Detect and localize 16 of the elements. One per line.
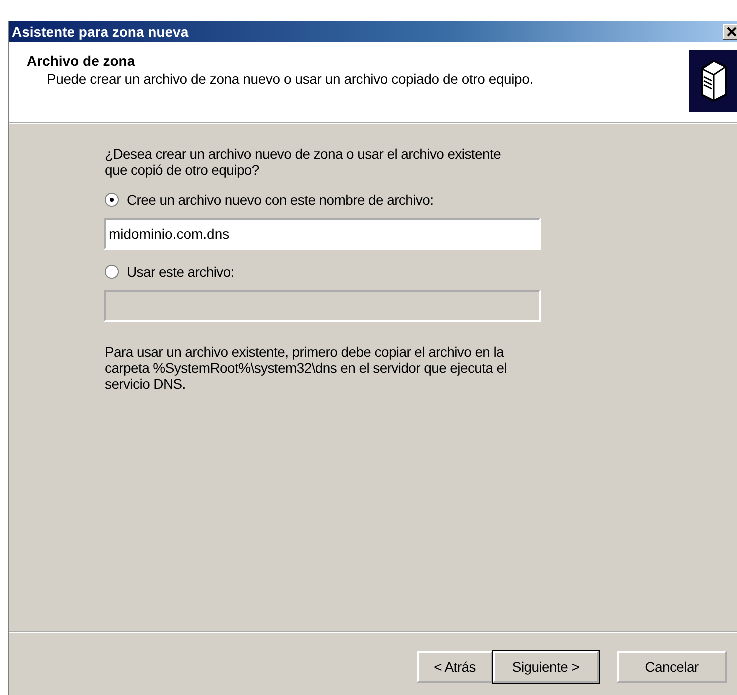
page-subtitle: Puede crear un archivo de zona nuevo o usar un archivo copiado de otro equipo. (46, 71, 534, 87)
radio-button[interactable] (105, 193, 119, 207)
page-title: Archivo de zona (27, 53, 136, 69)
server-icon (698, 59, 728, 103)
dialog-button[interactable]: Cancelar (617, 651, 727, 683)
option-label[interactable]: Cree un archivo nuevo con este nombre de archivo: (127, 192, 434, 208)
option-label[interactable]: Usar este archivo: (127, 264, 234, 280)
question-text: ¿Desea crear un archivo nuevo de zona o usar el archivo existente que copió de otro equipo? (105, 146, 502, 178)
dialog-button[interactable]: Siguiente > (493, 651, 599, 683)
dialog-button[interactable]: < Atrás (417, 651, 493, 683)
text-field[interactable]: midominio.com.dns (104, 218, 541, 250)
close-button[interactable] (723, 24, 737, 40)
note-text: Para usar un archivo existente, primero debe copiar el archivo en la carpeta %SystemRoot%\system32\dns en el servidor que ejecuta el servicio DNS. (105, 344, 508, 392)
window-title: Asistente para zona nueva (12, 24, 189, 40)
close-icon (727, 26, 737, 36)
radio-button[interactable] (105, 265, 119, 279)
